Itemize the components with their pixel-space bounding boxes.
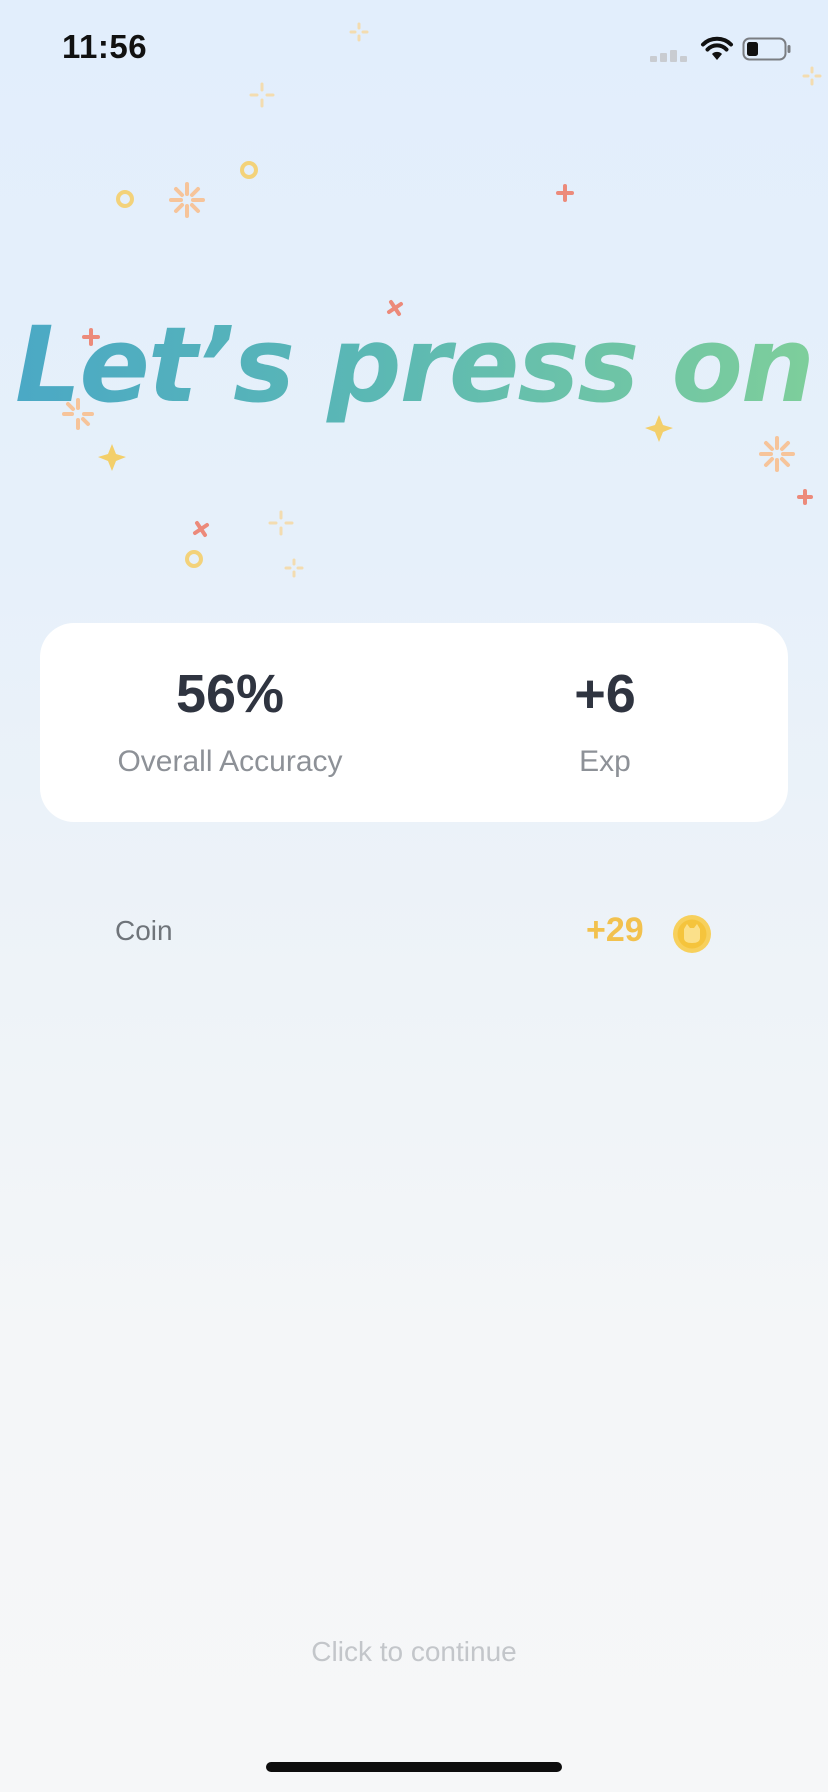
battery-icon xyxy=(742,37,791,61)
home-indicator[interactable] xyxy=(266,1762,562,1772)
exp-label: Exp xyxy=(579,745,631,778)
status-time: 11:56 xyxy=(62,28,148,65)
continue-button[interactable]: Click to continue xyxy=(0,1636,828,1668)
coin-reward-row: Coin +29 xyxy=(0,905,828,961)
exp-value: +6 xyxy=(574,664,636,724)
status-bar: 11:56 xyxy=(0,0,828,100)
accuracy-stat: 56% Overall Accuracy xyxy=(80,623,380,822)
headline: Let’s press on xyxy=(0,300,828,430)
coin-label: Coin xyxy=(115,915,173,946)
result-screen[interactable]: 11:56 Let’s press on 56% Overall Accurac… xyxy=(0,0,828,1792)
cellular-signal-icon xyxy=(650,40,694,62)
coin-icon xyxy=(673,915,711,953)
accuracy-value: 56% xyxy=(175,664,285,724)
accuracy-label: Overall Accuracy xyxy=(117,745,343,778)
exp-stat: +6 Exp xyxy=(455,623,755,822)
wifi-icon xyxy=(701,36,733,60)
coin-value: +29 xyxy=(586,911,644,949)
stats-card: 56% Overall Accuracy +6 Exp xyxy=(40,623,788,822)
